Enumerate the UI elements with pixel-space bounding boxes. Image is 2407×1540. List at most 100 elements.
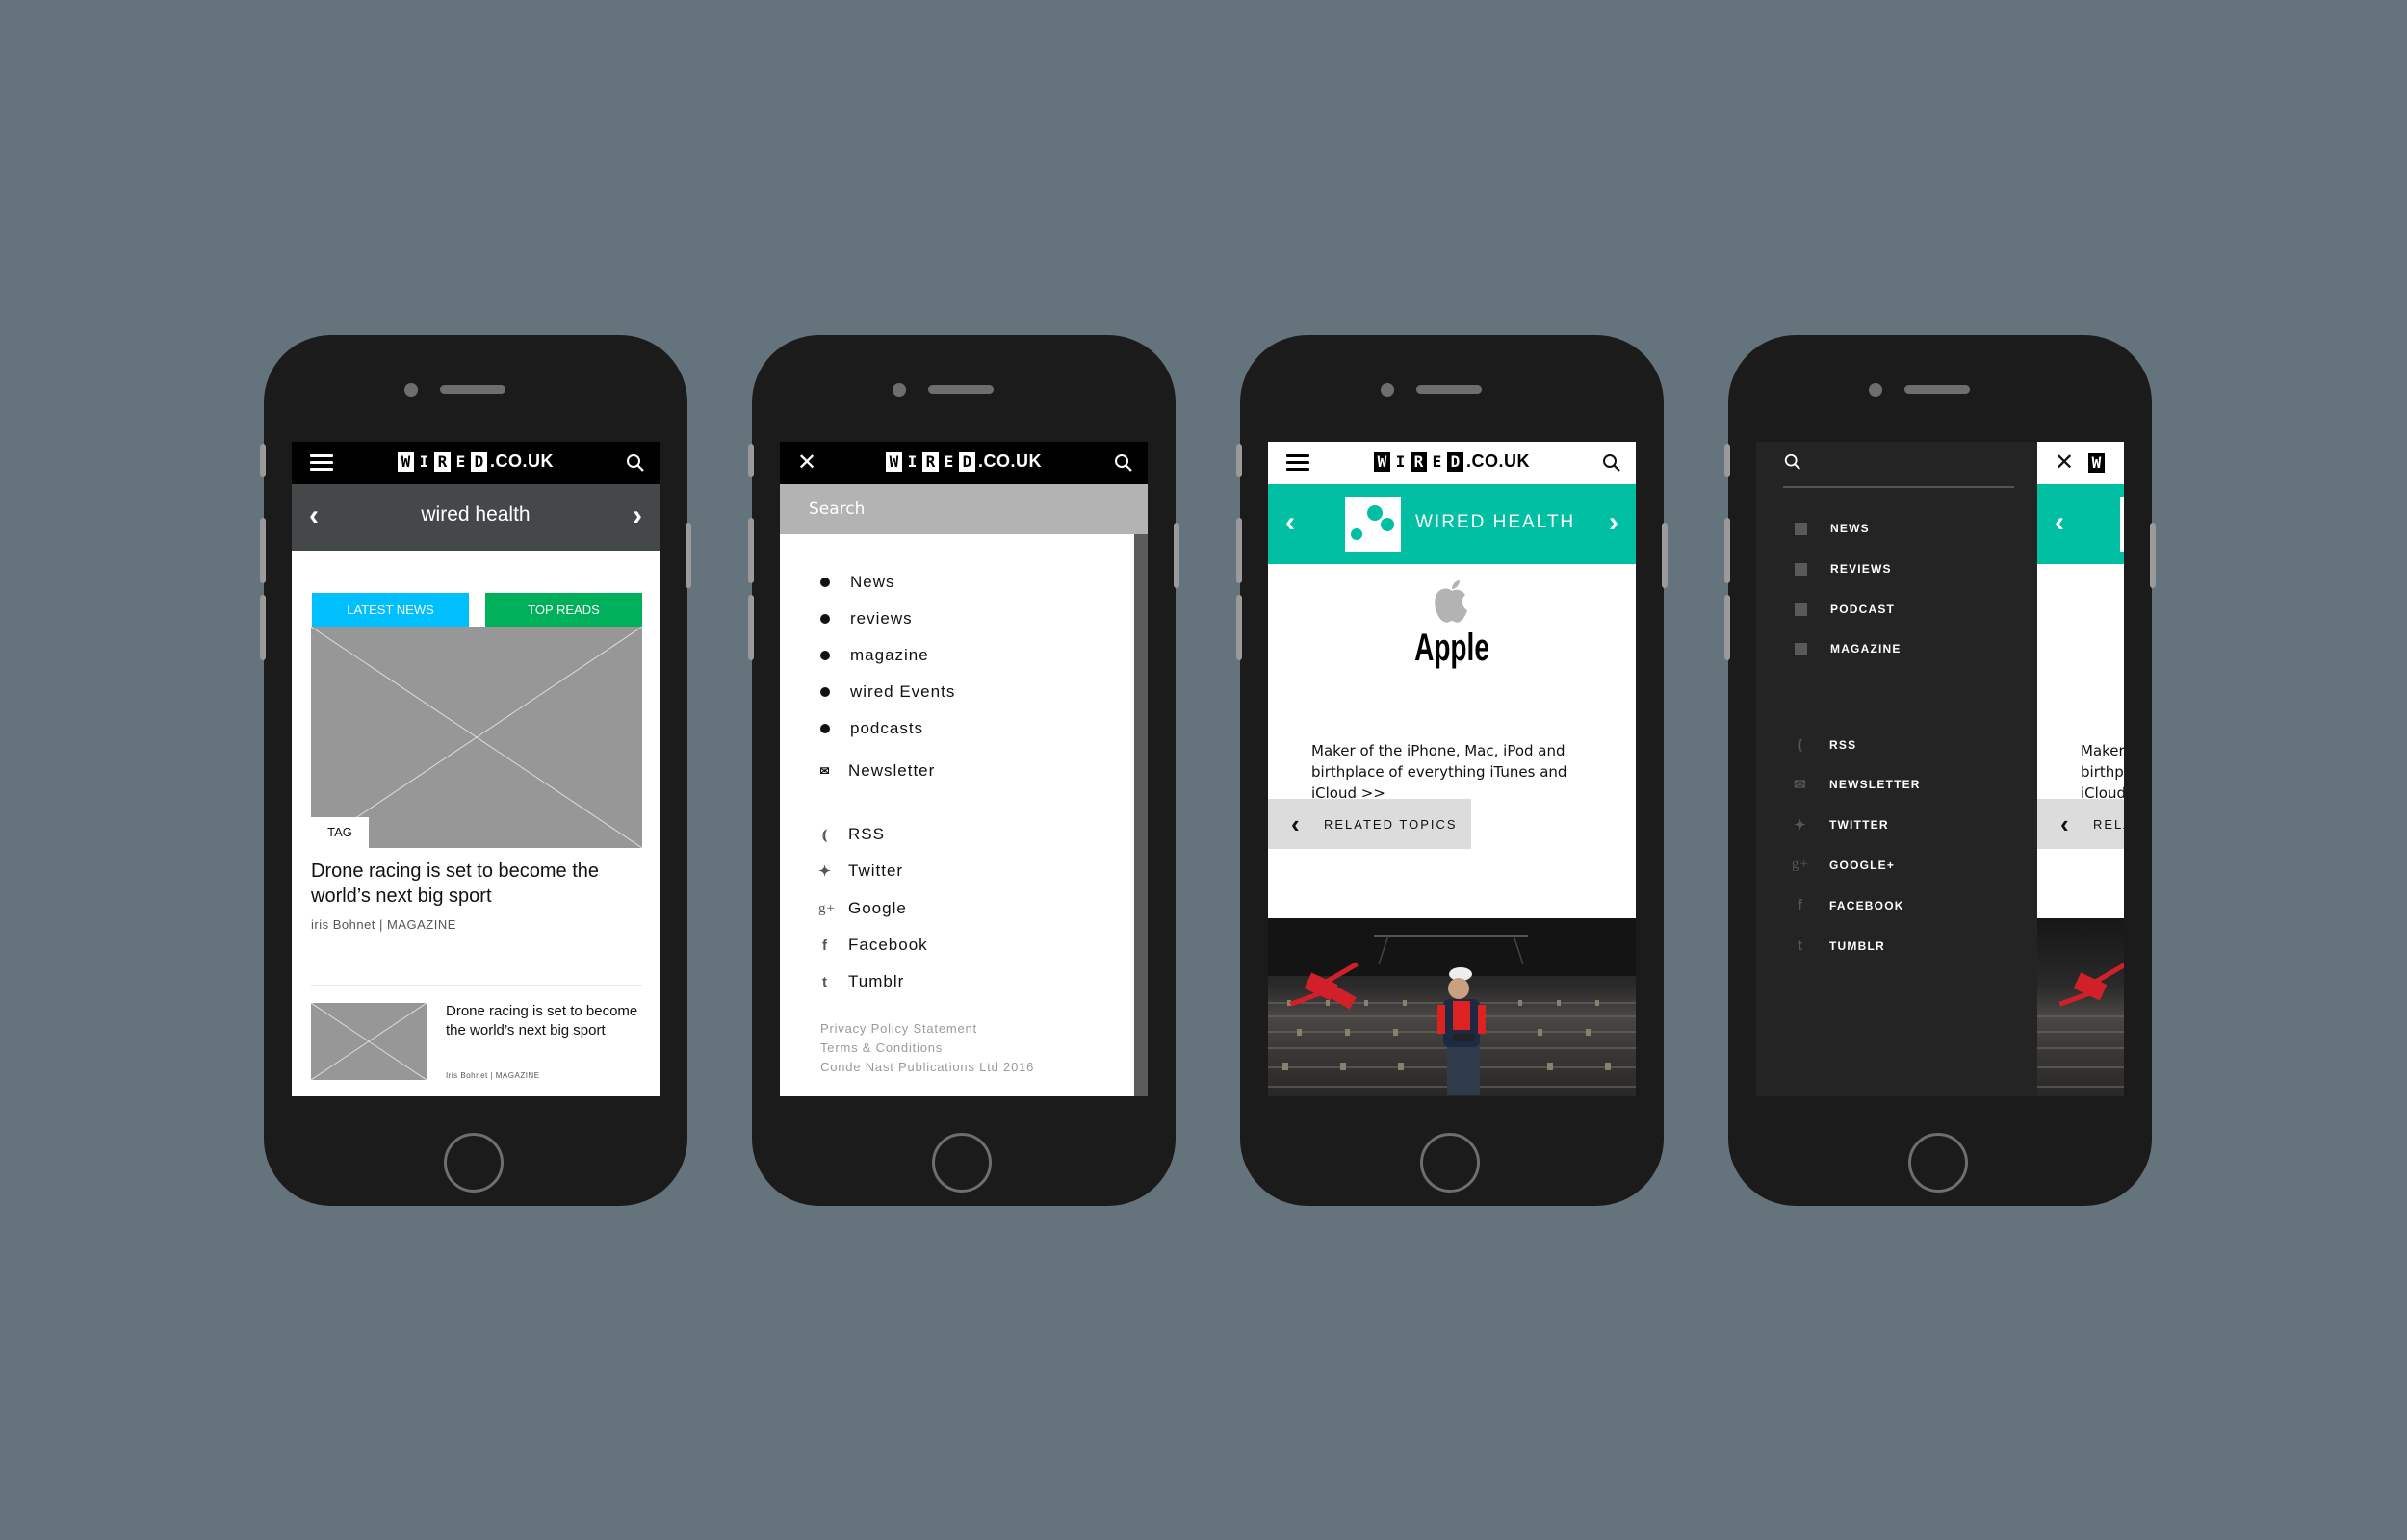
home-button[interactable] xyxy=(444,1133,504,1193)
square-bullet-icon xyxy=(1795,522,1807,535)
wired-logo[interactable]: W I R E D .CO.UK xyxy=(398,451,554,472)
wired-logo[interactable]: W I R E D .CO.UK xyxy=(1374,451,1530,472)
social-link-google[interactable]: g+ Google xyxy=(818,899,907,918)
menu-item-wired-events[interactable]: wired Events xyxy=(818,682,955,702)
top-bar: W I R E D .CO.UK xyxy=(1268,442,1636,484)
chevron-right-icon[interactable]: › xyxy=(633,501,642,530)
menu-item-reviews[interactable]: reviews xyxy=(818,609,913,629)
social-label: Twitter xyxy=(848,861,904,880)
search-icon[interactable] xyxy=(1113,452,1134,474)
drone-racing-photo[interactable] xyxy=(1268,918,1636,1096)
tag-label[interactable]: TAG xyxy=(311,817,369,848)
drawer-item-label: REVIEWS xyxy=(1830,562,1892,576)
social-link-twitter[interactable]: ✦ Twitter xyxy=(818,861,903,881)
menu-item-podcasts[interactable]: podcasts xyxy=(818,719,923,738)
menu-item-magazine[interactable]: magazine xyxy=(818,646,929,665)
drawer-item-label: PODCAST xyxy=(1830,603,1896,616)
home-button[interactable] xyxy=(1420,1133,1480,1193)
peek-section-carousel: ‹ xyxy=(2037,484,2124,564)
menu-item-label: wired Events xyxy=(850,682,956,701)
section-title: wired health xyxy=(421,503,531,526)
logo-letter: I xyxy=(1395,451,1406,471)
peek-related-topics[interactable]: ‹ RELA xyxy=(2037,799,2124,849)
hamburger-menu-icon[interactable] xyxy=(310,454,333,472)
drawer-social-tumblr[interactable]: t TUMBLR xyxy=(1791,937,1885,954)
drawer-item-magazine[interactable]: MAGAZINE xyxy=(1795,642,1902,655)
wired-logo[interactable]: W I R E D .CO.UK xyxy=(886,451,1042,472)
privacy-policy-link[interactable]: Privacy Policy Statement xyxy=(820,1021,977,1036)
social-link-tumblr[interactable]: t Tumblr xyxy=(818,972,904,991)
peek-desc-line: Maker xyxy=(2081,742,2124,759)
menu-item-label: News xyxy=(850,573,895,591)
drawer-social-twitter[interactable]: ✦ TWITTER xyxy=(1791,816,1889,834)
search-icon[interactable] xyxy=(625,452,646,474)
phone-mockup-topic: W I R E D .CO.UK ‹ WIRED HEALTH › Apple … xyxy=(1236,335,1668,1206)
search-input[interactable] xyxy=(809,498,1098,521)
power-button xyxy=(686,523,691,588)
drawer-social-newsletter[interactable]: ✉ NEWSLETTER xyxy=(1791,776,1921,793)
menu-item-label: magazine xyxy=(850,646,929,664)
menu-item-newsletter[interactable]: ✉ Newsletter xyxy=(818,761,935,781)
square-bullet-icon xyxy=(1795,642,1807,655)
social-link-facebook[interactable]: f Facebook xyxy=(818,936,928,955)
home-button[interactable] xyxy=(932,1133,992,1193)
tab-top-reads[interactable]: TOP READS xyxy=(485,593,642,627)
volume-up-button xyxy=(1236,518,1242,583)
screen: ✕ W I R E D .CO.UK News reviews magazine… xyxy=(780,442,1148,1096)
hero-image-placeholder[interactable]: TAG xyxy=(311,627,642,848)
topic-title: Apple xyxy=(1414,627,1489,669)
search-input-underline[interactable] xyxy=(1783,486,2014,488)
logo-letter: D xyxy=(959,451,975,472)
terms-link[interactable]: Terms & Conditions xyxy=(820,1040,943,1055)
drawer-social-facebook[interactable]: f FACEBOOK xyxy=(1791,897,1904,913)
drawer-item-news[interactable]: NEWS xyxy=(1795,522,1870,535)
chevron-left-icon[interactable]: ‹ xyxy=(1285,508,1295,537)
earpiece-speaker xyxy=(1904,385,1970,394)
drawer-social-google-plus[interactable]: g+ GOOGLE+ xyxy=(1791,857,1895,873)
mute-switch xyxy=(1236,444,1242,477)
chevron-left-icon[interactable]: ‹ xyxy=(2055,508,2064,537)
bullet-icon xyxy=(820,651,830,660)
phone-mockup-menu-open: ✕ W I R E D .CO.UK News reviews magazine… xyxy=(748,335,1179,1206)
drawer-item-reviews[interactable]: REVIEWS xyxy=(1795,562,1892,576)
phone-mockup-side-drawer: NEWS REVIEWS PODCAST MAGAZINE ⦅ RSS ✉ NEWS… xyxy=(1724,335,2156,1206)
article-headline[interactable]: Drone racing is set to become the world’… xyxy=(446,1002,638,1040)
bullet-icon xyxy=(820,687,830,697)
hamburger-menu-icon[interactable] xyxy=(1286,454,1309,472)
search-icon[interactable] xyxy=(1601,452,1622,474)
logo-letter: R xyxy=(1411,451,1427,472)
close-icon[interactable]: ✕ xyxy=(793,449,820,476)
square-bullet-icon xyxy=(1795,562,1807,576)
drawer-social-label: TUMBLR xyxy=(1829,938,1885,953)
front-camera xyxy=(1381,383,1394,397)
home-button[interactable] xyxy=(1908,1133,1968,1193)
scrollbar[interactable] xyxy=(1134,534,1148,1096)
menu-item-news[interactable]: News xyxy=(818,573,895,592)
power-button xyxy=(1174,523,1179,588)
logo-letter: E xyxy=(944,451,954,471)
close-icon[interactable]: ✕ xyxy=(2051,449,2078,476)
logo-letter: D xyxy=(471,451,487,472)
hero-headline[interactable]: Drone racing is set to become the world’… xyxy=(311,859,642,909)
chevron-left-icon: ‹ xyxy=(1291,809,1300,838)
drawer-item-podcast[interactable]: PODCAST xyxy=(1795,603,1895,616)
social-label: Tumblr xyxy=(848,972,905,990)
peek-top-bar: ✕ W xyxy=(2037,442,2124,484)
social-link-rss[interactable]: ⦅ RSS xyxy=(818,825,885,844)
related-topics-button[interactable]: ‹ RELATED TOPICS xyxy=(1268,799,1471,849)
tab-latest-news[interactable]: LATEST NEWS xyxy=(312,593,469,627)
social-label: Facebook xyxy=(848,936,928,954)
topic-description[interactable]: Maker of the iPhone, Mac, iPod and birth… xyxy=(1311,740,1600,804)
section-carousel: ‹ WIRED HEALTH › xyxy=(1268,484,1636,564)
logo-letter: E xyxy=(1432,451,1442,471)
placeholder-cross-icon xyxy=(311,1003,427,1080)
drawer-social-rss[interactable]: ⦅ RSS xyxy=(1791,736,1856,753)
tumblr-icon: t xyxy=(822,973,828,990)
search-icon[interactable] xyxy=(1783,452,1802,472)
page-peek[interactable]: ✕ W ‹ Maker birthp iCloud ‹ RELA xyxy=(2037,442,2124,1096)
facebook-icon: f xyxy=(1797,897,1804,913)
logo-domain: .CO.UK xyxy=(978,451,1042,471)
chevron-right-icon[interactable]: › xyxy=(1609,508,1618,537)
article-thumbnail-placeholder[interactable] xyxy=(311,1003,427,1080)
earpiece-speaker xyxy=(928,385,994,394)
